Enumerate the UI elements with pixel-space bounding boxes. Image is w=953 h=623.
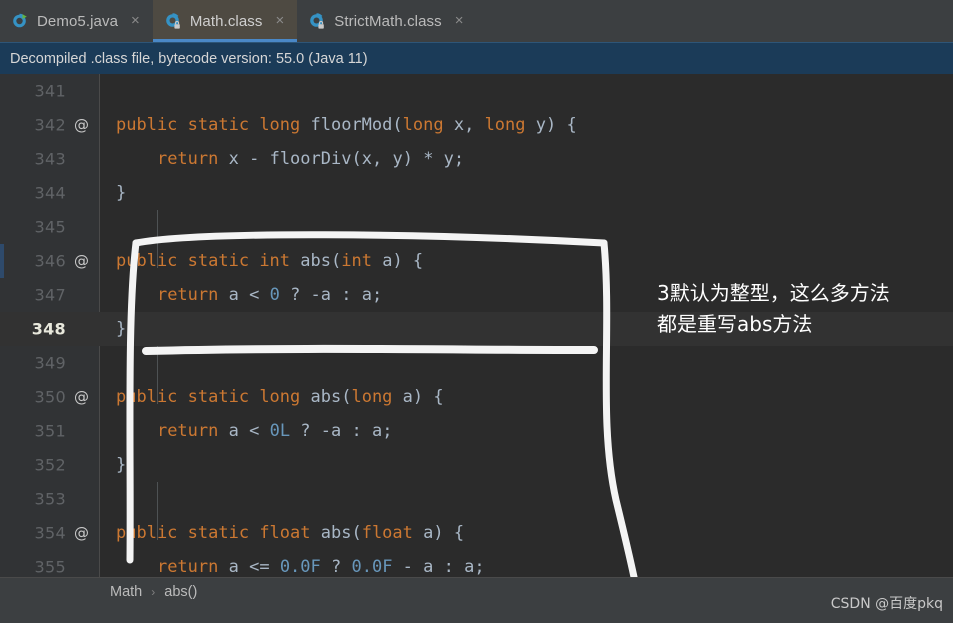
close-icon[interactable]: × (273, 11, 288, 31)
code-line[interactable]: 342 @ public static long floorMod(long x, … (0, 108, 953, 142)
line-number: 344 (34, 183, 66, 203)
line-number: 349 (34, 353, 66, 373)
code-line[interactable]: 353 (0, 482, 953, 516)
code-text: } (116, 455, 127, 475)
annotation-gutter-icon[interactable]: @ (74, 116, 89, 134)
line-number: 355 (34, 557, 66, 577)
tab-demo5-java[interactable]: Demo5.java × (0, 0, 153, 42)
tab-label: StrictMath.class (334, 12, 442, 30)
line-number: 351 (34, 421, 66, 441)
line-number: 341 (34, 81, 66, 101)
line-number: 345 (34, 217, 66, 237)
code-line[interactable]: 344} (0, 176, 953, 210)
code-text: } (116, 183, 127, 203)
notification-text: Decompiled .class file, bytecode version… (10, 50, 368, 67)
line-number: 352 (34, 455, 66, 475)
code-line[interactable]: 352} (0, 448, 953, 482)
code-line[interactable]: 349 (0, 346, 953, 380)
code-text: return x - floorDiv(x, y) * y; (156, 149, 465, 169)
java-class-run-icon (12, 13, 29, 30)
note-line-2: 都是重写abs方法 (657, 312, 813, 336)
watermark: CSDN @百度pkq (830, 596, 943, 612)
code-line[interactable]: 341 (0, 74, 953, 108)
decompiled-notification-bar: Decompiled .class file, bytecode version… (0, 42, 953, 74)
chevron-right-icon: › (151, 584, 156, 599)
tab-math-class[interactable]: Math.class × (152, 0, 298, 42)
java-class-locked-icon (165, 12, 182, 30)
editor-tab-bar: Demo5.java × Math.class × StrictMath.cla… (0, 0, 953, 42)
line-number: 346 (34, 251, 66, 271)
code-line[interactable]: 346 @ public static int abs(int a) { (0, 244, 953, 278)
code-line[interactable]: 351 return a < 0L ? -a : a; (0, 414, 953, 448)
code-text: } (116, 319, 127, 339)
java-class-locked-icon (309, 12, 326, 30)
breadcrumb: Math › abs() (0, 577, 953, 605)
code-line[interactable]: 354 @ public static float abs(float a) { (0, 516, 953, 550)
code-text: public static long floorMod(long x, long… (116, 115, 577, 135)
line-number: 342 (34, 115, 66, 135)
status-bar (0, 605, 953, 623)
code-text: return a <= 0.0F ? 0.0F - a : a; (156, 557, 485, 577)
code-text: return a < 0L ? -a : a; (156, 421, 393, 441)
ide-window: Demo5.java × Math.class × StrictMath.cla… (0, 0, 953, 623)
breadcrumb-class[interactable]: Math (110, 584, 142, 600)
code-line[interactable]: 345 (0, 210, 953, 244)
note-line-1: 3默认为整型，这么多方法 (657, 281, 890, 305)
line-number: 343 (34, 149, 66, 169)
close-icon[interactable]: × (452, 11, 467, 31)
tab-strictmath-class[interactable]: StrictMath.class × (297, 0, 476, 42)
code-text: public static int abs(int a) { (116, 251, 424, 271)
line-number: 353 (34, 489, 66, 509)
annotation-gutter-icon[interactable]: @ (74, 524, 89, 542)
annotation-gutter-icon[interactable]: @ (74, 252, 89, 270)
code-line[interactable]: 343 return x - floorDiv(x, y) * y; (0, 142, 953, 176)
code-line[interactable]: 350 @ public static long abs(long a) { (0, 380, 953, 414)
line-number: 350 (34, 387, 66, 407)
tab-label: Math.class (189, 12, 263, 30)
close-icon[interactable]: × (128, 11, 143, 31)
line-number: 347 (34, 285, 66, 305)
breadcrumb-member[interactable]: abs() (164, 584, 197, 600)
code-text: return a < 0 ? -a : a; (156, 285, 383, 305)
handwritten-note: 3默认为整型，这么多方法 都是重写abs方法 (657, 278, 947, 340)
annotation-gutter-icon[interactable]: @ (74, 388, 89, 406)
tab-label: Demo5.java (37, 12, 119, 30)
code-text: public static float abs(float a) { (116, 523, 465, 543)
code-text: public static long abs(long a) { (116, 387, 444, 407)
code-line[interactable]: 355 return a <= 0.0F ? 0.0F - a : a; (0, 550, 953, 577)
line-number: 354 (34, 523, 66, 543)
line-number: 348 (31, 319, 66, 339)
